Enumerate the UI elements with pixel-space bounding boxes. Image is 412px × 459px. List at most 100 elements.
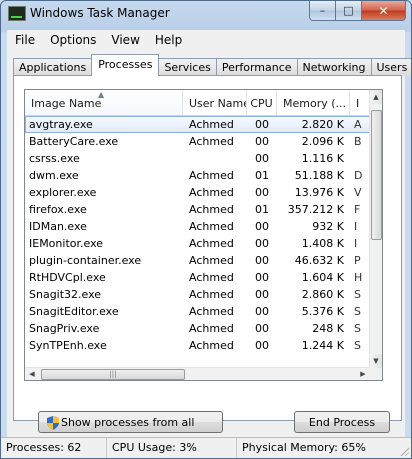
- process-memory: 1.604 K: [301, 271, 344, 284]
- process-description: F: [354, 203, 361, 216]
- tab-strip: Applications Processes Services Performa…: [13, 54, 411, 76]
- process-memory: 5.376 K: [301, 305, 344, 318]
- process-rows: avgtray.exe Achmed 00 2.820 K A BatteryCare.e…: [25, 116, 370, 354]
- process-list[interactable]: ▲ Image Name User Name CPU Memory (... I…: [24, 89, 383, 381]
- process-description: D: [354, 169, 363, 182]
- status-cpu-usage: CPU Usage: 3%: [107, 438, 237, 458]
- tab-networking[interactable]: Networking: [296, 58, 371, 76]
- process-name: dwm.exe: [29, 169, 79, 182]
- column-description[interactable]: I: [350, 90, 370, 115]
- tab-processes[interactable]: Processes: [91, 54, 160, 76]
- column-user-name[interactable]: User Name: [183, 90, 247, 115]
- table-row[interactable]: IDMan.exe Achmed 00 932 K I: [25, 218, 370, 235]
- process-description: I: [354, 220, 358, 233]
- process-name: plugin-container.exe: [29, 254, 142, 267]
- maximize-button[interactable]: □: [336, 1, 362, 21]
- table-row[interactable]: csrss.exe 00 1.116 K: [25, 150, 370, 167]
- table-row[interactable]: dwm.exe Achmed 01 51.188 K D: [25, 167, 370, 184]
- process-memory: 1.116 K: [301, 152, 344, 165]
- vertical-scrollbar[interactable]: ▲ ▼: [369, 90, 382, 368]
- process-description: S: [354, 322, 361, 335]
- table-row[interactable]: SynTPEnh.exe Achmed 00 1.244 K S: [25, 337, 370, 354]
- horizontal-scrollbar[interactable]: ◀ ||| ▶: [25, 367, 370, 380]
- column-memory[interactable]: Memory (...: [277, 90, 350, 115]
- title-bar[interactable]: Windows Task Manager – □ ✕: [1, 1, 411, 29]
- process-cpu: 00: [255, 237, 269, 250]
- process-description: H: [354, 271, 363, 284]
- process-description: S: [354, 288, 361, 301]
- process-user: Achmed: [189, 339, 234, 352]
- menu-view[interactable]: View: [103, 33, 146, 47]
- table-row[interactable]: explorer.exe Achmed 00 13.976 K V: [25, 184, 370, 201]
- scrollbar-corner: [370, 368, 382, 380]
- status-physical-memory: Physical Memory: 65%: [242, 441, 366, 454]
- end-process-button[interactable]: End Process: [294, 411, 390, 433]
- process-memory: 248 K: [312, 322, 344, 335]
- processes-panel: ▲ Image Name User Name CPU Memory (... I…: [13, 75, 402, 451]
- table-row[interactable]: SnagitEditor.exe Achmed 00 5.376 K S: [25, 303, 370, 320]
- process-memory: 2.820 K: [301, 118, 344, 131]
- process-cpu: 00: [255, 254, 269, 267]
- process-user: Achmed: [189, 186, 234, 199]
- column-cpu[interactable]: CPU: [247, 90, 277, 115]
- horizontal-scroll-thumb[interactable]: |||: [41, 369, 185, 380]
- scroll-down-icon[interactable]: ▼: [370, 354, 382, 368]
- table-row[interactable]: avgtray.exe Achmed 00 2.820 K A: [25, 116, 370, 133]
- vertical-scroll-thumb[interactable]: [371, 110, 382, 240]
- process-description: P: [354, 254, 361, 267]
- scroll-left-icon[interactable]: ◀: [25, 368, 39, 380]
- caption-buttons: – □ ✕: [309, 1, 406, 21]
- scroll-up-icon[interactable]: ▲: [370, 90, 382, 104]
- process-user: Achmed: [189, 203, 234, 216]
- process-name: csrss.exe: [29, 152, 80, 165]
- process-name: SnagitEditor.exe: [29, 305, 119, 318]
- process-cpu: 01: [255, 203, 269, 216]
- show-all-processes-button[interactable]: Show processes from all users: [38, 411, 223, 451]
- table-row[interactable]: firefox.exe Achmed 01 357.212 K F: [25, 201, 370, 218]
- close-button[interactable]: ✕: [362, 1, 406, 21]
- process-memory: 2.860 K: [301, 288, 344, 301]
- task-manager-icon: [8, 6, 26, 21]
- table-row[interactable]: IEMonitor.exe Achmed 00 1.408 K I: [25, 235, 370, 252]
- process-name: avgtray.exe: [29, 118, 93, 131]
- process-name: SynTPEnh.exe: [29, 339, 107, 352]
- process-user: [183, 150, 247, 167]
- process-description: S: [354, 305, 361, 318]
- menu-help[interactable]: Help: [147, 33, 189, 47]
- menu-options[interactable]: Options: [42, 33, 103, 47]
- process-memory: 2.096 K: [301, 135, 344, 148]
- process-memory: 46.632 K: [294, 254, 344, 267]
- process-user: Achmed: [189, 322, 234, 335]
- process-cpu: 00: [255, 288, 269, 301]
- tab-users[interactable]: Users: [370, 58, 411, 76]
- menu-file[interactable]: File: [7, 33, 42, 47]
- scroll-right-icon[interactable]: ▶: [356, 368, 370, 380]
- table-row[interactable]: Snagit32.exe Achmed 00 2.860 K S: [25, 286, 370, 303]
- column-image-name[interactable]: ▲ Image Name: [25, 90, 183, 115]
- process-description: A: [354, 118, 362, 131]
- tab-services[interactable]: Services: [159, 58, 216, 76]
- process-name: Snagit32.exe: [29, 288, 102, 301]
- process-cpu: 00: [255, 305, 269, 318]
- process-cpu: 00: [255, 271, 269, 284]
- table-row[interactable]: RtHDVCpl.exe Achmed 00 1.604 K H: [25, 269, 370, 286]
- process-user: Achmed: [189, 118, 234, 131]
- process-memory: 932 K: [312, 220, 344, 233]
- table-row[interactable]: SnagPriv.exe Achmed 00 248 K S: [25, 320, 370, 337]
- tab-applications[interactable]: Applications: [13, 58, 92, 76]
- process-user: Achmed: [189, 305, 234, 318]
- client-area: Applications Processes Services Performa…: [7, 49, 411, 452]
- process-user: Achmed: [189, 135, 234, 148]
- tab-performance[interactable]: Performance: [215, 58, 297, 76]
- status-processes: Processes: 62: [1, 438, 107, 458]
- column-image-name-label: Image Name: [31, 97, 102, 110]
- process-cpu: 00: [255, 135, 269, 148]
- table-row[interactable]: plugin-container.exe Achmed 00 46.632 K P: [25, 252, 370, 269]
- process-name: IEMonitor.exe: [29, 237, 104, 250]
- process-cpu: 00: [255, 322, 269, 335]
- table-row[interactable]: BatteryCare.exe Achmed 00 2.096 K B: [25, 133, 370, 150]
- process-user: Achmed: [189, 169, 234, 182]
- process-name: RtHDVCpl.exe: [29, 271, 106, 284]
- process-memory: 357.212 K: [287, 203, 344, 216]
- minimize-button[interactable]: –: [309, 1, 336, 21]
